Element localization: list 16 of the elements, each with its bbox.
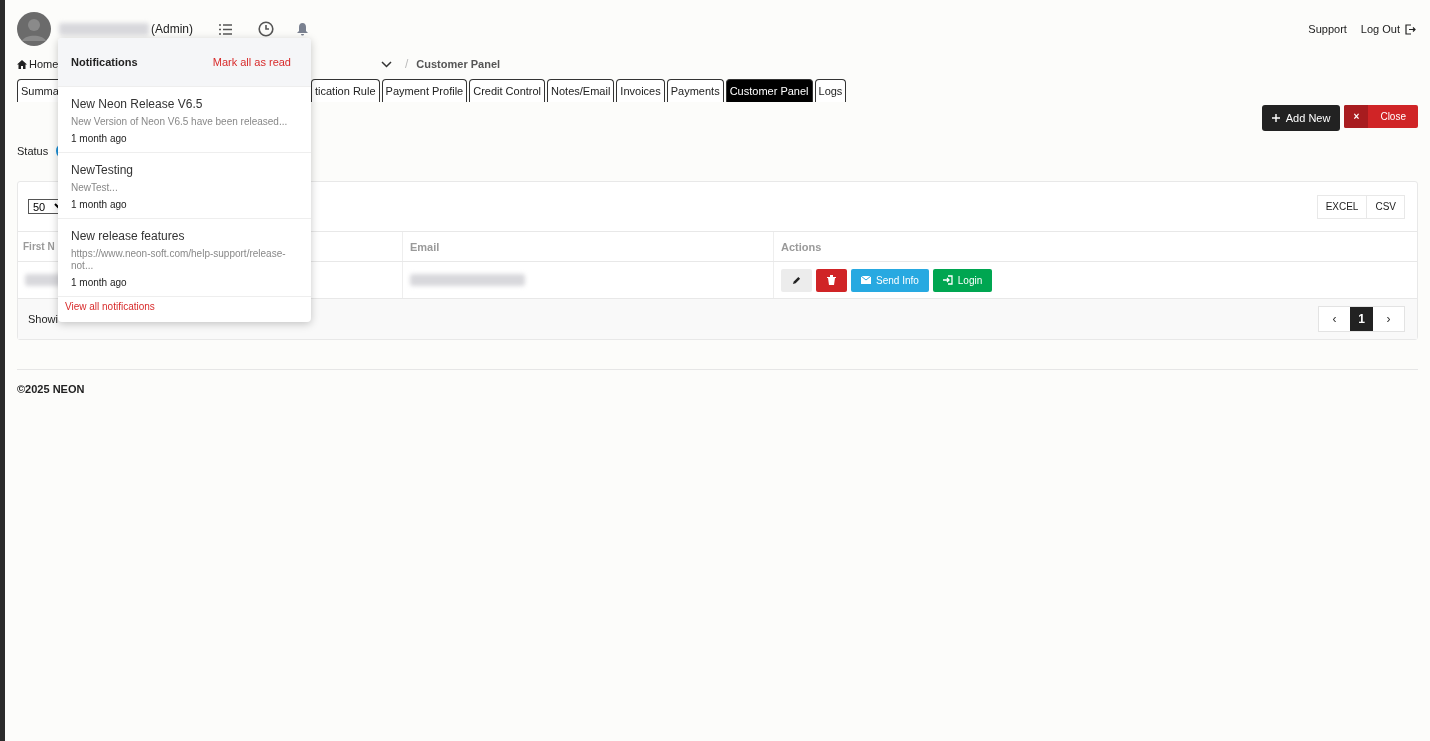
user-role: (Admin)	[151, 22, 193, 36]
notification-text: NewTest...	[71, 182, 119, 194]
breadcrumb-separator: /	[405, 57, 409, 71]
column-header: First N	[23, 241, 55, 252]
showing-text: Showi	[28, 313, 58, 325]
notification-time: 1 month ago	[71, 199, 128, 210]
dropdown-title: Notifications	[71, 56, 138, 68]
notification-text: https://www.neon-soft.com/help-support/release-not...	[71, 248, 287, 272]
breadcrumb-current: Customer Panel	[416, 58, 501, 70]
notification-time: 1 month ago	[71, 277, 128, 288]
status-label: Status	[17, 145, 49, 157]
notification-text: New Version of Neon V6.5 have been released...	[71, 116, 289, 128]
column-header: Email	[410, 240, 440, 253]
notification-time: 1 month ago	[71, 133, 128, 144]
column-header: Actions	[781, 240, 822, 253]
copyright: ©2025 NEON	[17, 383, 86, 395]
